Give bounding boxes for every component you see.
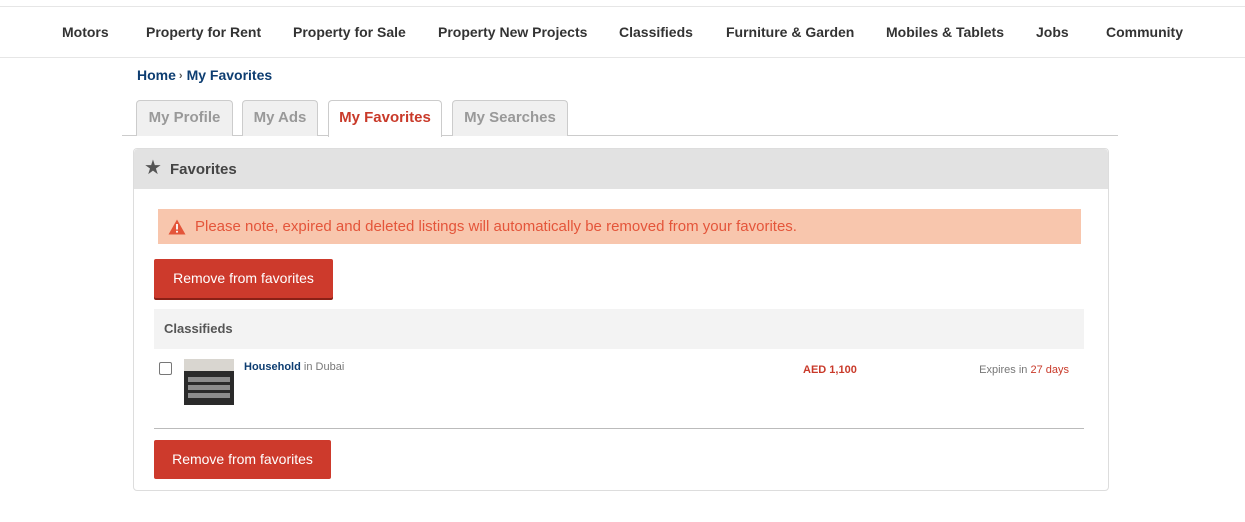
nav-property-new-projects[interactable]: Property New Projects xyxy=(438,7,587,57)
notice-text: Please note, expired and deleted listing… xyxy=(195,218,797,235)
listing-location: Dubai xyxy=(315,361,345,373)
star-icon: ★ xyxy=(144,157,162,179)
chevron-right-icon: › xyxy=(178,70,183,82)
remove-from-favorites-button[interactable]: Remove from favorites xyxy=(154,259,333,298)
tab-my-favorites[interactable]: My Favorites xyxy=(328,100,442,137)
nav-mobiles-tablets[interactable]: Mobiles & Tablets xyxy=(886,7,1004,57)
panel-title: Favorites xyxy=(170,161,237,178)
listing-expiry: Expires in 27 days xyxy=(979,364,1069,376)
nav-classifieds[interactable]: Classifieds xyxy=(619,7,693,57)
nav-jobs[interactable]: Jobs xyxy=(1036,7,1069,57)
breadcrumb-current[interactable]: My Favorites xyxy=(187,67,273,83)
tab-my-profile[interactable]: My Profile xyxy=(136,100,233,136)
select-checkbox[interactable] xyxy=(159,362,172,375)
expires-days: 27 days xyxy=(1030,364,1069,376)
nav-motors[interactable]: Motors xyxy=(62,7,109,57)
breadcrumb-home[interactable]: Home xyxy=(137,67,176,83)
top-navigation: Motors Property for Rent Property for Sa… xyxy=(0,6,1245,58)
nav-property-for-rent[interactable]: Property for Rent xyxy=(146,7,261,57)
list-item: Household in Dubai AED 1,100 Expires in … xyxy=(154,349,1084,429)
panel-header: ★ Favorites xyxy=(134,149,1108,189)
listing-thumbnail[interactable] xyxy=(184,359,234,405)
nav-community[interactable]: Community xyxy=(1106,7,1183,57)
listing-link[interactable]: Household xyxy=(244,361,301,373)
nav-property-for-sale[interactable]: Property for Sale xyxy=(293,7,406,57)
tab-my-searches[interactable]: My Searches xyxy=(452,100,568,136)
expiry-notice: Please note, expired and deleted listing… xyxy=(158,209,1081,244)
remove-from-favorites-button-bottom[interactable]: Remove from favorites xyxy=(154,440,331,479)
breadcrumb: Home › My Favorites xyxy=(137,67,272,83)
listing-title: Household in Dubai xyxy=(244,361,344,373)
expires-label: Expires in xyxy=(979,364,1028,376)
tab-my-ads[interactable]: My Ads xyxy=(242,100,318,136)
listing-in-label: in xyxy=(303,361,313,373)
section-title: Classifieds xyxy=(154,309,1084,349)
nav-furniture-garden[interactable]: Furniture & Garden xyxy=(726,7,854,57)
listing-price: AED 1,100 xyxy=(803,364,857,376)
favorites-panel: ★ Favorites Please note, expired and del… xyxy=(133,148,1109,491)
warning-icon xyxy=(168,219,186,235)
